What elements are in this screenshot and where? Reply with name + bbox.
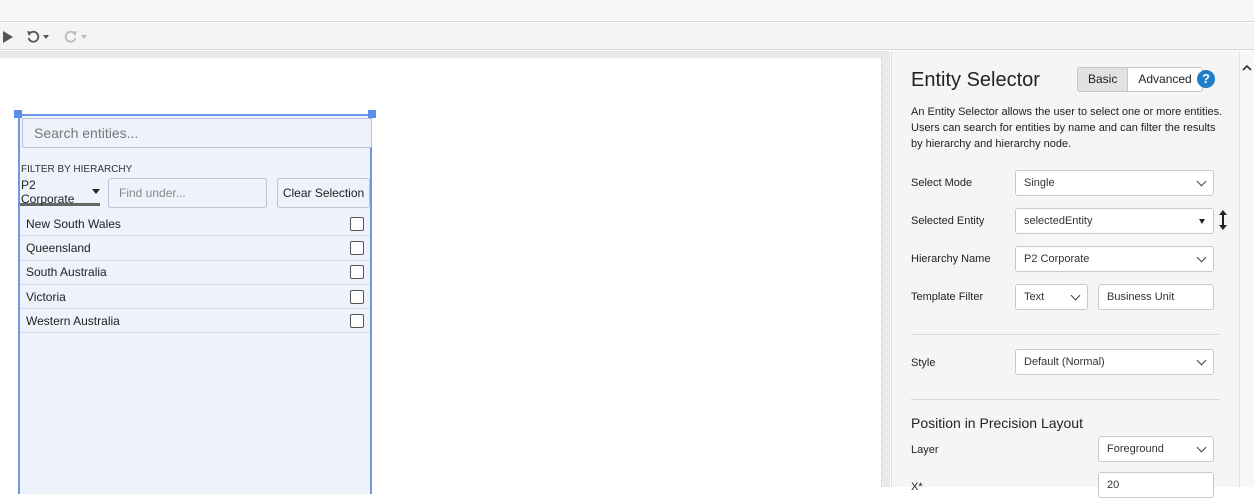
style-label: Style: [911, 357, 936, 369]
list-item-label: New South Wales: [26, 216, 121, 231]
divider: [911, 399, 1220, 400]
checkbox[interactable]: [350, 289, 364, 304]
tab-basic[interactable]: Basic: [1078, 68, 1129, 91]
find-under-input[interactable]: Find under...: [108, 178, 267, 208]
chevron-down-icon: [43, 35, 49, 39]
x-label: X*: [911, 481, 923, 493]
checkbox[interactable]: [350, 240, 364, 255]
undo-icon: [27, 30, 40, 43]
layer-value: Foreground: [1107, 443, 1164, 455]
toolbar: [0, 23, 1254, 50]
list-item-label: Victoria: [26, 289, 66, 304]
style-select[interactable]: Default (Normal): [1015, 349, 1214, 375]
chevron-down-icon: [1196, 442, 1207, 452]
help-icon[interactable]: ?: [1197, 70, 1215, 88]
hierarchy-name-select[interactable]: P2 Corporate: [1015, 246, 1214, 272]
filter-by-hierarchy-label: FILTER BY HIERARCHY: [21, 164, 133, 175]
resize-handle-top-left[interactable]: [14, 110, 22, 118]
template-filter-type-select[interactable]: Text: [1015, 284, 1088, 310]
list-item-label: South Australia: [26, 265, 107, 280]
style-value: Default (Normal): [1024, 356, 1105, 368]
resize-handle-top-right[interactable]: [368, 110, 376, 118]
selected-entity-value: selectedEntity: [1024, 215, 1093, 227]
hierarchy-name-value: P2 Corporate: [1024, 253, 1090, 265]
select-mode-value: Single: [1024, 177, 1055, 189]
chevron-down-icon: [81, 35, 87, 39]
select-mode-label: Select Mode: [911, 177, 973, 189]
list-item-label: Queensland: [26, 240, 91, 255]
layer-label: Layer: [911, 444, 939, 456]
top-bar: [0, 0, 1254, 22]
chevron-up-icon[interactable]: [1242, 63, 1252, 73]
list-item[interactable]: New South Wales: [20, 212, 370, 237]
chevron-down-icon: [1196, 252, 1207, 262]
play-button[interactable]: [2, 28, 14, 46]
mode-toggle: Basic Advanced: [1077, 67, 1203, 92]
list-item[interactable]: South Australia: [20, 261, 370, 285]
entity-list: New South Wales Queensland South Austral…: [20, 212, 370, 334]
checkbox[interactable]: [350, 216, 364, 231]
caret-down-icon: [92, 189, 100, 194]
play-icon: [3, 31, 13, 43]
selected-entity-select[interactable]: selectedEntity: [1015, 208, 1214, 234]
checkbox[interactable]: [350, 313, 364, 328]
hierarchy-dropdown[interactable]: P2 Corporate: [20, 177, 100, 206]
list-item[interactable]: Queensland: [20, 236, 370, 261]
selected-entity-label: Selected Entity: [911, 215, 985, 227]
properties-panel: Entity Selector Basic Advanced ? An Enti…: [891, 51, 1239, 498]
list-item[interactable]: Western Australia: [20, 309, 370, 334]
checkbox[interactable]: [350, 265, 364, 280]
vertical-resize-icon[interactable]: [1217, 209, 1229, 231]
hierarchy-name-label: Hierarchy Name: [911, 253, 991, 265]
list-item[interactable]: Victoria: [20, 285, 370, 310]
tab-advanced[interactable]: Advanced: [1128, 68, 1202, 91]
undo-button[interactable]: [26, 28, 49, 46]
template-filter-label: Template Filter: [911, 291, 984, 303]
panel-scrollbar[interactable]: [1239, 51, 1254, 487]
template-filter-type-value: Text: [1024, 291, 1045, 303]
layer-select[interactable]: Foreground: [1098, 436, 1214, 462]
hierarchy-dropdown-value: P2 Corporate: [21, 177, 75, 206]
panel-description: An Entity Selector allows the user to se…: [911, 106, 1223, 150]
panel-title: Entity Selector: [911, 69, 1040, 91]
list-item-label: Western Australia: [26, 313, 120, 328]
redo-icon: [64, 30, 77, 43]
design-canvas[interactable]: Search entities... FILTER BY HIERARCHY P…: [0, 58, 882, 494]
x-input[interactable]: 20: [1098, 472, 1214, 498]
search-entities-input[interactable]: Search entities...: [22, 118, 372, 148]
chevron-down-icon: [1196, 176, 1207, 186]
select-mode-select[interactable]: Single: [1015, 170, 1214, 196]
entity-selector-widget[interactable]: Search entities... FILTER BY HIERARCHY P…: [14, 110, 376, 494]
caret-down-icon: [1199, 218, 1205, 224]
template-filter-input[interactable]: Business Unit: [1098, 284, 1214, 310]
chevron-down-icon: [1196, 355, 1207, 365]
chevron-down-icon: [1070, 290, 1081, 300]
position-section-title: Position in Precision Layout: [911, 415, 1083, 431]
redo-button[interactable]: [64, 28, 87, 46]
clear-selection-button[interactable]: Clear Selection: [277, 178, 370, 208]
divider: [911, 334, 1220, 335]
design-canvas-area: Search entities... FILTER BY HIERARCHY P…: [0, 51, 890, 494]
